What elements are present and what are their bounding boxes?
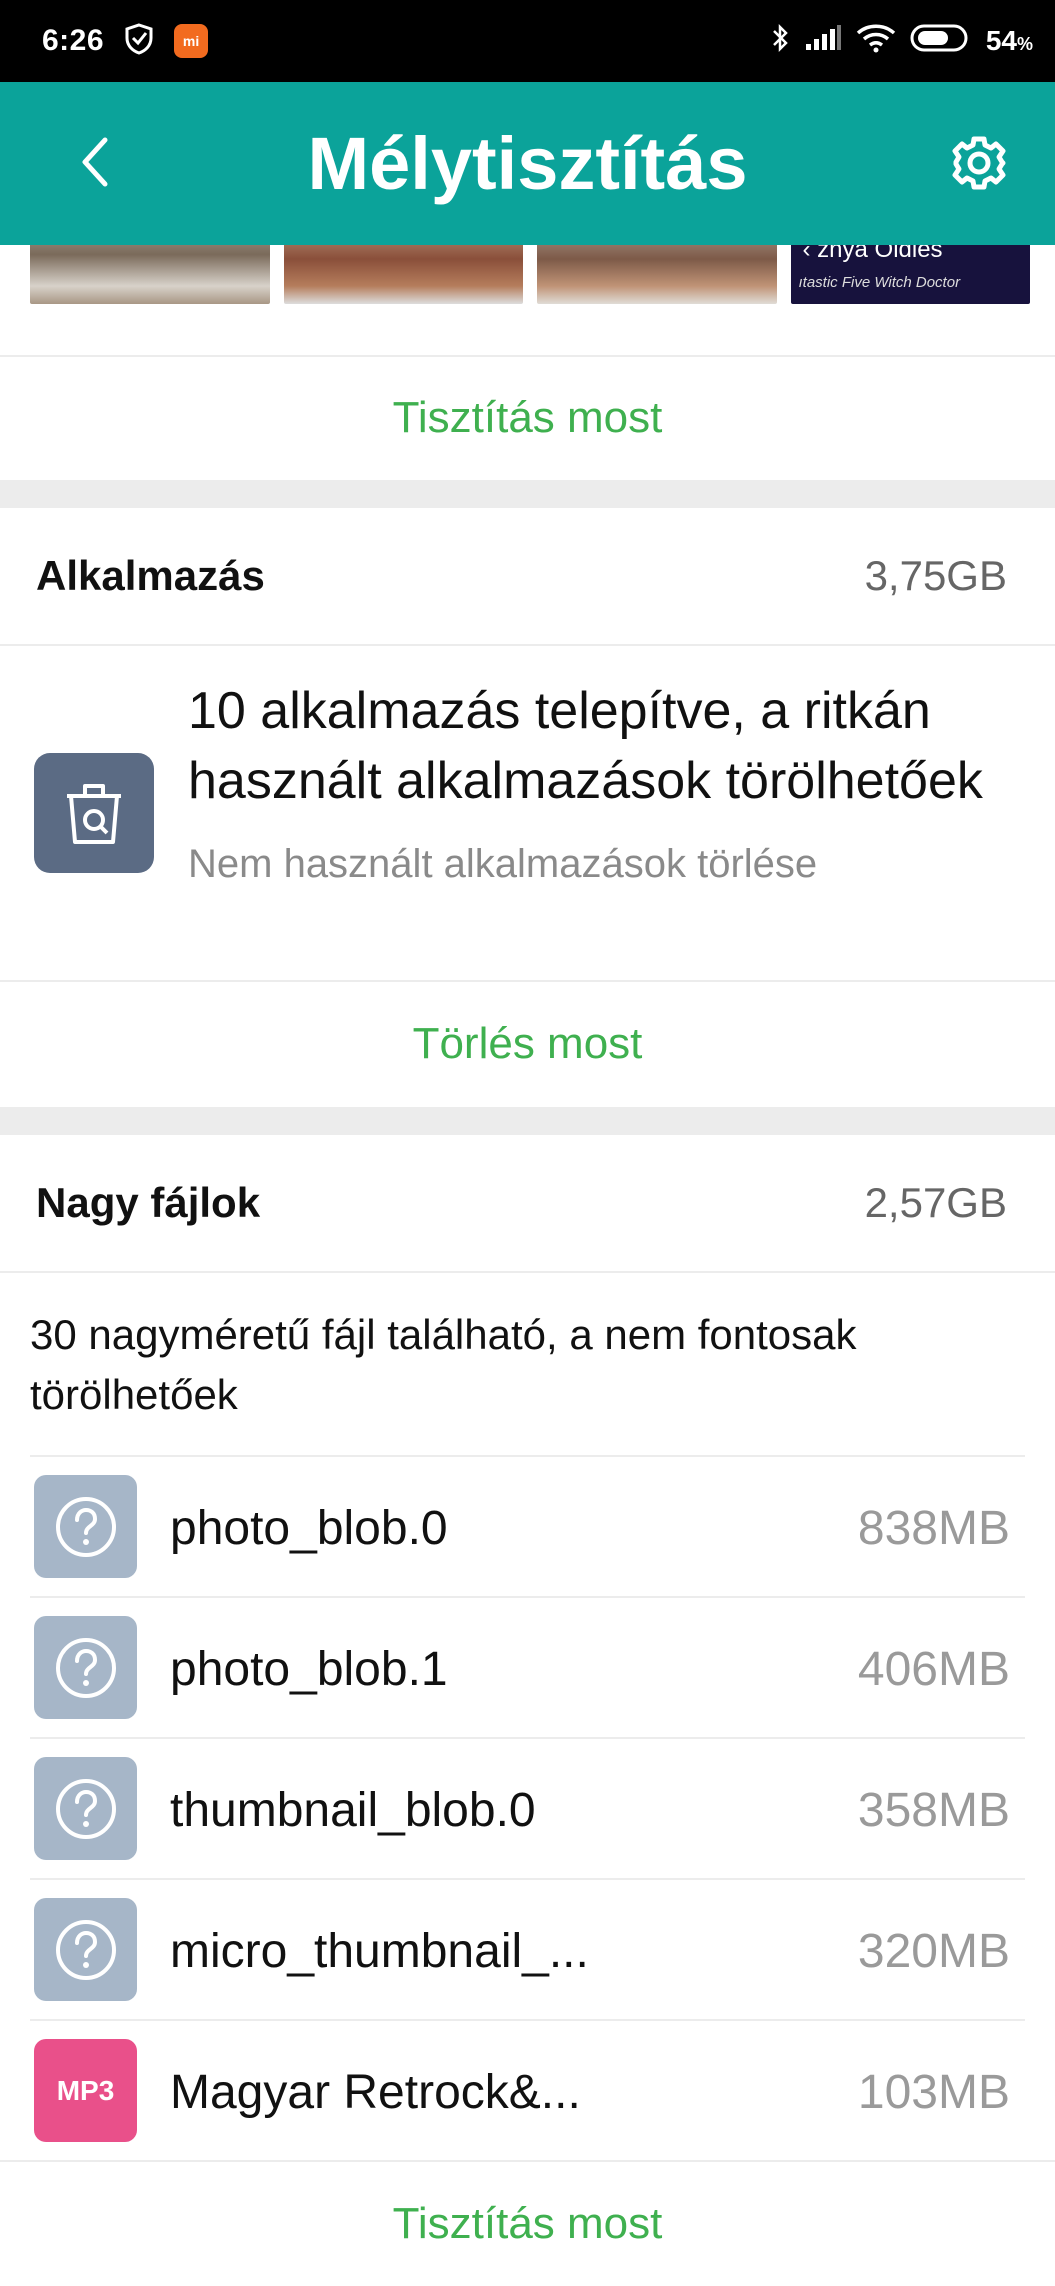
list-item[interactable]: photo_blob.0 838MB	[0, 1457, 1055, 1596]
apps-delete-now-button[interactable]: Törlés most	[0, 982, 1055, 1106]
mp3-file-icon: MP3	[34, 2039, 137, 2142]
file-name: thumbnail_blob.0	[170, 1784, 536, 1837]
page-title: Mélytisztítás	[307, 122, 748, 205]
app-bar: Mélytisztítás	[0, 82, 1055, 245]
section-gap	[0, 480, 1055, 508]
battery-percent: 54%	[985, 25, 1033, 56]
signal-icon	[804, 24, 842, 59]
section-gap	[0, 1107, 1055, 1135]
unknown-file-icon	[34, 1475, 137, 1578]
settings-button[interactable]	[943, 127, 1015, 199]
file-name: Magyar Retrock&...	[170, 2066, 581, 2119]
back-button[interactable]	[60, 127, 130, 197]
status-bar: 6:26 mi 54%	[0, 0, 1055, 82]
file-name: micro_thumbnail_...	[170, 1925, 589, 1978]
thumbnail-caption: ıtastic Five Witch Doctor	[798, 274, 961, 291]
shield-icon	[124, 22, 154, 60]
bluetooth-icon	[770, 22, 790, 61]
mi-icon: mi	[174, 24, 209, 58]
file-size: 838MB	[857, 1502, 1010, 1555]
apps-section-title: Alkalmazás	[36, 552, 265, 599]
file-size: 406MB	[857, 1643, 1010, 1696]
apps-section-header: Alkalmazás 3,75GB	[0, 508, 1055, 644]
large-files-section-size: 2,57GB	[864, 1179, 1007, 1226]
file-name: photo_blob.1	[170, 1643, 448, 1696]
divider	[0, 1271, 1055, 1273]
chevron-left-icon	[82, 137, 108, 187]
unused-apps-subtitle: Nem használt alkalmazások törlése	[188, 842, 818, 886]
trash-app-icon	[34, 753, 154, 873]
gear-icon	[952, 136, 1006, 190]
file-size: 320MB	[857, 1925, 1010, 1978]
file-name: photo_blob.0	[170, 1502, 448, 1555]
list-item[interactable]: MP3 Magyar Retrock&... 103MB	[0, 2021, 1055, 2160]
unknown-file-icon	[34, 1616, 137, 1719]
unknown-file-icon	[34, 1757, 137, 1860]
unused-apps-card[interactable]: 10 alkalmazás telepítve, a ritkán haszná…	[0, 646, 1055, 980]
apps-section-size: 3,75GB	[864, 552, 1007, 599]
status-time: 6:26	[42, 24, 105, 57]
unused-apps-headline: 10 alkalmazás telepítve, a ritkán haszná…	[188, 682, 983, 810]
unknown-file-icon	[34, 1898, 137, 2001]
battery-icon	[910, 23, 972, 60]
large-files-description: 30 nagyméretű fájl található, a nem font…	[30, 1311, 857, 1418]
wifi-icon	[856, 23, 896, 60]
photos-clean-now-button[interactable]: Tisztítás most	[0, 357, 1055, 479]
large-files-section-header: Nagy fájlok 2,57GB	[0, 1135, 1055, 1271]
file-size: 358MB	[857, 1784, 1010, 1837]
list-item[interactable]: thumbnail_blob.0 358MB	[0, 1739, 1055, 1878]
list-item[interactable]: micro_thumbnail_... 320MB	[0, 1880, 1055, 2019]
large-files-section-title: Nagy fájlok	[36, 1179, 261, 1226]
large-files-clean-now-button[interactable]: Tisztítás most	[0, 2162, 1055, 2286]
list-item[interactable]: photo_blob.1 406MB	[0, 1598, 1055, 1737]
file-size: 103MB	[857, 2066, 1010, 2119]
